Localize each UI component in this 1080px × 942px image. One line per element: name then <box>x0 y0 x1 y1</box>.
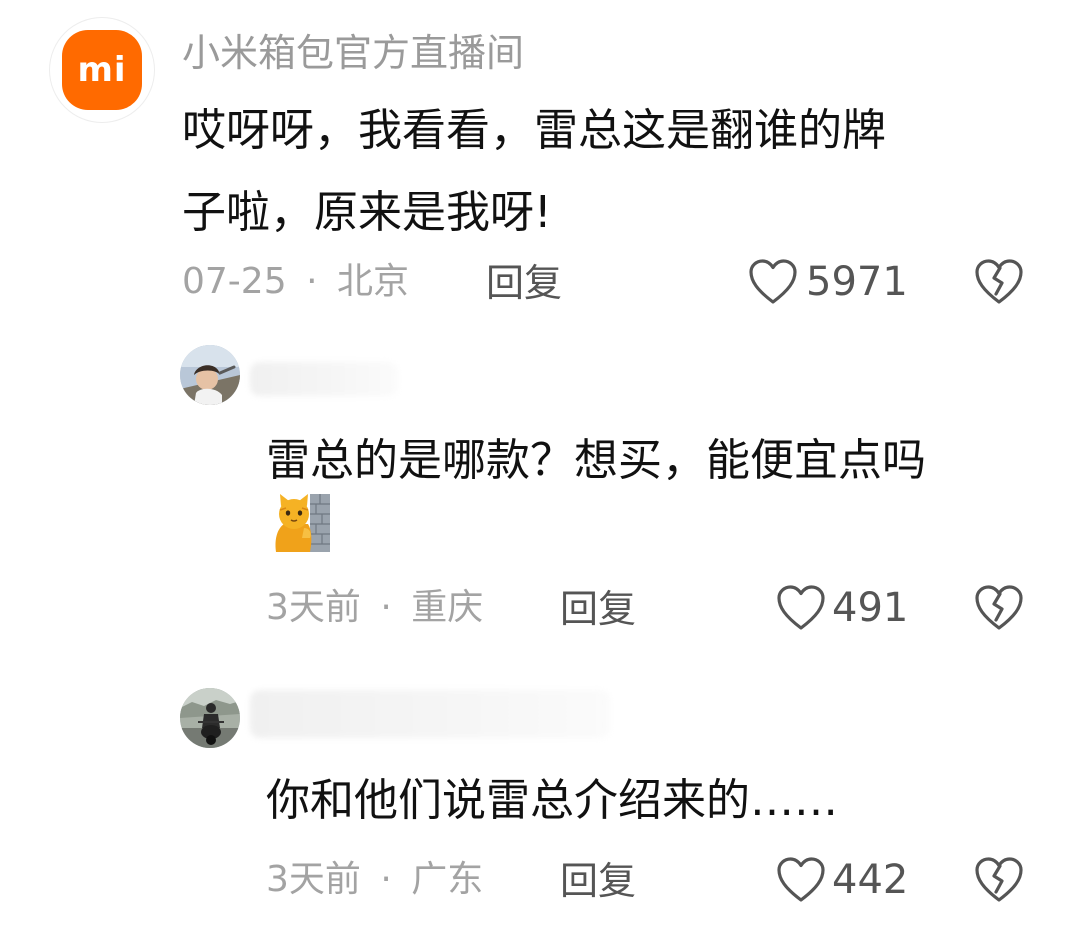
comment-meta: 3天前 · 广东 <box>266 862 483 898</box>
avatar-user-motorcycle[interactable] <box>180 688 240 748</box>
comment-username[interactable]: 小米箱包官方直播间 <box>182 34 524 72</box>
comment-meta: 3天前 · 重庆 <box>266 590 483 626</box>
comment-text: 雷总的是哪款？想买，能便宜点吗 <box>266 435 926 486</box>
comment-text-line: 哎呀呀，我看看，雷总这是翻谁的牌 <box>182 105 886 156</box>
avatar-user-selfie[interactable] <box>180 345 240 405</box>
comment-date: 3天前 <box>266 587 361 628</box>
comment-date: 07-25 <box>182 261 287 302</box>
dislike-broken-heart-icon[interactable] <box>974 258 1024 306</box>
username-blurred[interactable] <box>250 690 610 738</box>
meta-separator: · <box>380 587 392 628</box>
xiaomi-logo: mi <box>62 30 142 110</box>
comment-location: 广东 <box>411 859 484 900</box>
like-count: 491 <box>832 585 909 631</box>
avatar-xiaomi[interactable]: mi <box>50 18 154 122</box>
meta-separator: · <box>306 261 318 302</box>
comment-date: 3天前 <box>266 859 361 900</box>
reply-button[interactable]: 回复 <box>486 264 562 302</box>
like-heart-icon[interactable] <box>748 258 798 306</box>
dislike-broken-heart-icon[interactable] <box>974 856 1024 904</box>
reply-button[interactable]: 回复 <box>560 590 636 628</box>
comment-meta: 07-25 · 北京 <box>182 264 409 300</box>
dislike-broken-heart-icon[interactable] <box>974 584 1024 632</box>
reply-button[interactable]: 回复 <box>560 862 636 900</box>
meta-separator: · <box>380 859 392 900</box>
cat-peeking-wall-icon <box>272 494 332 552</box>
comment-text: 你和他们说雷总介绍来的…… <box>266 775 838 826</box>
like-heart-icon[interactable] <box>776 856 826 904</box>
like-count: 442 <box>832 857 909 903</box>
like-count: 5971 <box>806 259 908 305</box>
comment-text: 哎呀呀，我看看，雷总这是翻谁的牌 子啦，原来是我呀! <box>182 90 1042 254</box>
like-heart-icon[interactable] <box>776 584 826 632</box>
comment-text-line: 子啦，原来是我呀! <box>182 187 552 238</box>
comment-location: 北京 <box>336 261 409 302</box>
comment-location: 重庆 <box>411 587 484 628</box>
username-blurred[interactable] <box>250 362 398 396</box>
